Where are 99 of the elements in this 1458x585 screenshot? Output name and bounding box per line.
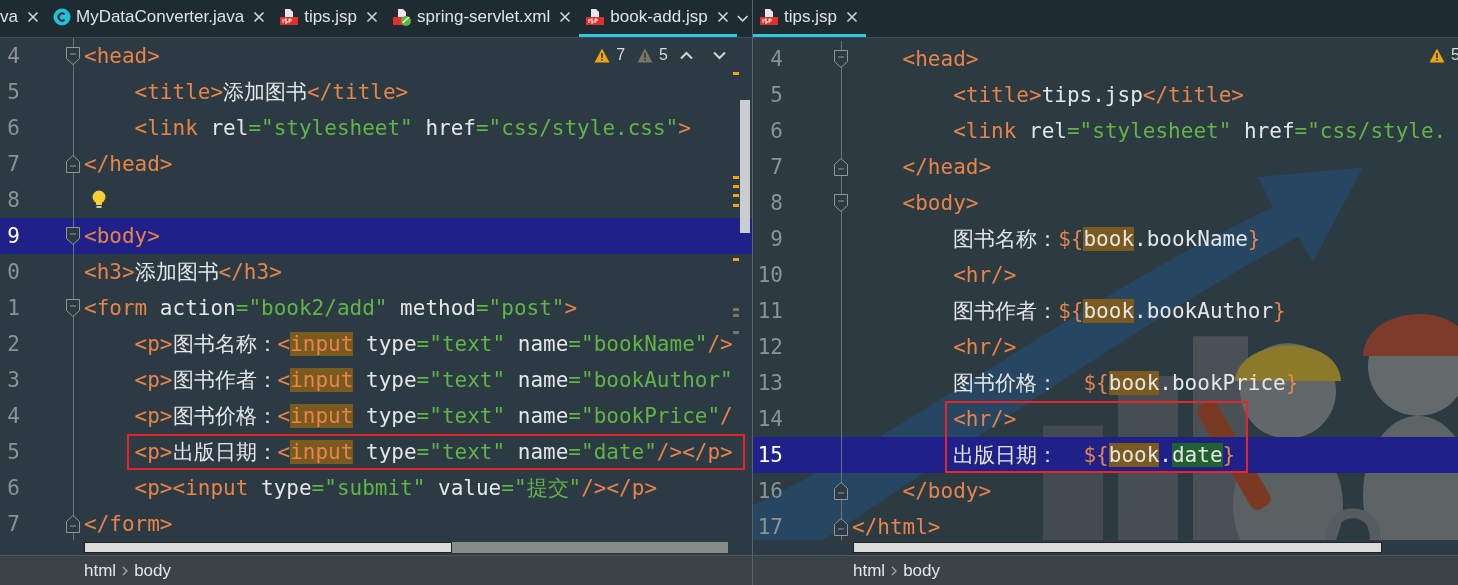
line-number: 16 — [756, 479, 784, 503]
line-number: 6 — [6, 476, 21, 500]
breadcrumb-item[interactable]: html — [84, 560, 117, 581]
chevron-down-icon[interactable] — [736, 14, 748, 23]
horizontal-scrollbar[interactable] — [84, 542, 452, 553]
code-line: <hr/> — [952, 335, 1017, 359]
breadcrumb-item[interactable]: html — [853, 560, 886, 581]
file-tab[interactable]: MyDataConverter.java — [46, 0, 274, 37]
line-number: 3 — [6, 368, 21, 392]
code-line: <link rel="stylesheet" href="css/style.css"> — [133, 116, 691, 140]
line-number: 8 — [769, 191, 784, 215]
line-number: 6 — [6, 116, 21, 140]
code-line: <title>添加图书</title> — [133, 79, 409, 106]
code-line: 出版日期： ${book.date} — [952, 442, 1236, 469]
warning-icon — [637, 47, 654, 63]
code-line: <p>图书价格：<input type="text" name="bookPrice"/ — [133, 403, 733, 430]
code-line: <hr/> — [952, 263, 1017, 287]
vertical-scrollbar[interactable] — [740, 100, 750, 233]
code-line: <body> — [901, 191, 979, 215]
code-line: 图书名称：${book.bookName} — [952, 226, 1261, 253]
fold-marker-icon[interactable] — [834, 482, 848, 500]
fold-marker-icon[interactable] — [66, 515, 80, 533]
fold-marker-icon[interactable] — [834, 50, 848, 68]
breadcrumb-item[interactable]: body — [134, 560, 171, 581]
line-number: 1 — [6, 296, 21, 320]
line-number: 9 — [6, 224, 21, 248]
line-number: 5 — [6, 80, 21, 104]
line-number: 10 — [756, 263, 784, 287]
line-number: 17 — [756, 515, 784, 539]
line-number: 13 — [756, 371, 784, 395]
line-number: 7 — [6, 512, 21, 536]
fold-marker-icon[interactable] — [66, 227, 80, 245]
file-tab[interactable]: va — [0, 0, 47, 37]
fold-marker-icon[interactable] — [834, 194, 848, 212]
code-line: <p><input type="submit" value="提交"/></p> — [133, 475, 658, 502]
inspection-count[interactable]: 5 — [659, 46, 668, 64]
code-line: <h3>添加图书</h3> — [84, 259, 282, 286]
warning-icon — [594, 47, 611, 63]
line-number: 8 — [6, 188, 21, 212]
code-line: <link rel="stylesheet" href="css/style. — [952, 119, 1447, 143]
line-number: 14 — [756, 407, 784, 431]
chevron-down-icon[interactable] — [713, 50, 726, 60]
code-line: <p>出版日期：<input type="text" name="date"/></p> — [133, 439, 733, 466]
line-number: 9 — [769, 227, 784, 251]
chevron-right-icon — [122, 565, 129, 576]
line-number: 12 — [756, 335, 784, 359]
line-number: 4 — [6, 44, 21, 68]
close-icon[interactable] — [366, 11, 379, 23]
close-icon[interactable] — [253, 11, 266, 23]
xml-file-icon — [392, 8, 413, 26]
jsp-file-icon — [585, 8, 606, 26]
file-tab[interactable]: book-add.jsp — [579, 0, 737, 37]
code-line: </form> — [84, 512, 173, 536]
code-line: <p>图书作者：<input type="text" name="bookAuthor" — [133, 367, 733, 394]
fold-marker-icon[interactable] — [66, 299, 80, 317]
chevron-right-icon — [891, 565, 898, 576]
close-icon[interactable] — [26, 11, 39, 23]
code-line: <body> — [84, 224, 160, 248]
line-number: 7 — [769, 155, 784, 179]
line-number: 7 — [6, 152, 21, 176]
code-line: 图书作者：${book.bookAuthor} — [952, 298, 1286, 325]
horizontal-scrollbar[interactable] — [853, 542, 1382, 553]
warning-icon — [1429, 47, 1445, 63]
code-line: <hr/> — [952, 407, 1017, 431]
fold-marker-icon[interactable] — [834, 518, 848, 536]
fold-marker-icon[interactable] — [66, 155, 80, 173]
jsp-file-icon — [279, 8, 300, 26]
line-number: 11 — [756, 299, 784, 323]
close-icon[interactable] — [845, 11, 858, 23]
line-number: 5 — [769, 83, 784, 107]
fold-marker-icon[interactable] — [66, 47, 80, 65]
code-line: </body> — [901, 479, 992, 503]
close-icon[interactable] — [716, 11, 729, 23]
line-number: 6 — [769, 119, 784, 143]
inspection-count[interactable]: 7 — [616, 46, 626, 64]
jsp-file-icon — [759, 8, 779, 26]
line-number: 4 — [769, 47, 784, 71]
code-line: </head> — [84, 152, 173, 176]
code-line: </html> — [852, 515, 941, 539]
file-tab[interactable]: tips.jsp — [273, 0, 387, 37]
line-number: 15 — [756, 443, 784, 467]
line-number: 5 — [6, 440, 21, 464]
fold-marker-icon[interactable] — [834, 158, 848, 176]
breadcrumb-item[interactable]: body — [903, 560, 940, 581]
code-line: <p>图书名称：<input type="text" name="bookName"/> — [133, 331, 733, 358]
lightbulb-icon[interactable] — [92, 190, 106, 210]
code-line: <head> — [901, 47, 979, 71]
chevron-up-icon[interactable] — [680, 50, 693, 60]
file-tab[interactable]: spring-servlet.xml — [386, 0, 580, 37]
line-number: 0 — [6, 260, 21, 284]
code-line: <form action="book2/add" method="post"> — [84, 296, 578, 320]
line-number: 2 — [6, 332, 21, 356]
close-icon[interactable] — [559, 11, 572, 23]
class-icon — [52, 8, 71, 26]
code-line: </head> — [901, 155, 992, 179]
line-number: 4 — [6, 404, 21, 428]
code-line: <title>tips.jsp</title> — [952, 83, 1244, 107]
code-line: <head> — [84, 44, 160, 68]
code-line: 图书价格： ${book.bookPrice} — [952, 370, 1299, 397]
